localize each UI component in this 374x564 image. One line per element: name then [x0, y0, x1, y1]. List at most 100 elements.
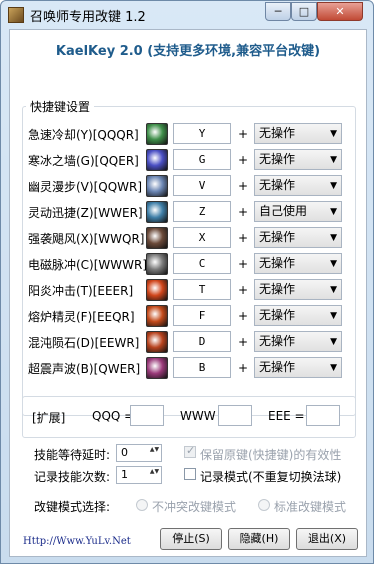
window-title: 召唤师专用改键 1.2: [30, 10, 146, 25]
hotkey-group-title: 快捷键设置: [26, 98, 95, 115]
skill-label: 急速冷却(Y)[QQQR]: [28, 128, 139, 142]
title-bar: 召唤师专用改键 1.2 ─ □ ✕: [1, 1, 373, 29]
action-select-value: 无操作: [259, 178, 296, 192]
skill-row: 强袭飓风(X)[WWQR] X + 无操作 ▼: [10, 227, 366, 251]
plus-sign: +: [238, 361, 249, 375]
action-select[interactable]: 无操作 ▼: [254, 175, 342, 196]
qqq-label: QQQ =: [92, 409, 135, 423]
action-select-value: 无操作: [259, 360, 296, 374]
skill-icon: [146, 357, 168, 379]
spin-arrows-icon[interactable]: ▲▼: [149, 468, 160, 482]
action-select[interactable]: 无操作 ▼: [254, 149, 342, 170]
app-icon: [8, 7, 24, 23]
action-select-value: 无操作: [259, 230, 296, 244]
action-select[interactable]: 无操作 ▼: [254, 123, 342, 144]
action-select-value: 无操作: [259, 308, 296, 322]
eee-input[interactable]: [306, 405, 340, 426]
action-select-value: 无操作: [259, 126, 296, 140]
skill-icon: [146, 123, 168, 145]
plus-sign: +: [238, 153, 249, 167]
hotkey-input[interactable]: Z: [173, 201, 231, 222]
hotkey-input[interactable]: F: [173, 305, 231, 326]
hotkey-input[interactable]: C: [173, 253, 231, 274]
stop-button[interactable]: 停止(S): [160, 528, 222, 550]
skill-label: 超震声波(B)[QWER]: [28, 362, 141, 376]
dropdown-arrow-icon: ▼: [330, 155, 337, 165]
spin-arrows-icon[interactable]: ▲▼: [149, 446, 160, 460]
keep-original-label: 保留原键(快捷键)的有效性: [200, 448, 342, 462]
skill-label: 寒冰之墙(G)[QQER]: [28, 154, 139, 168]
skill-icon: [146, 253, 168, 275]
www-input[interactable]: [218, 405, 252, 426]
skill-row: 电磁脉冲(C)[WWWR] C + 无操作 ▼: [10, 253, 366, 277]
action-select[interactable]: 无操作 ▼: [254, 305, 342, 326]
website-link[interactable]: Http://Www.YuLv.Net: [23, 536, 131, 547]
hotkey-input[interactable]: Y: [173, 123, 231, 144]
record-mode-checkbox[interactable]: [184, 468, 196, 480]
hotkey-input[interactable]: V: [173, 175, 231, 196]
minimize-button[interactable]: ─: [265, 2, 291, 21]
dropdown-arrow-icon: ▼: [330, 181, 337, 191]
hotkey-input[interactable]: T: [173, 279, 231, 300]
keep-original-checkbox[interactable]: [184, 444, 196, 458]
delay-spinner[interactable]: 0 ▲▼: [116, 444, 162, 462]
www-label: WWW: [180, 409, 216, 423]
plus-sign: +: [238, 127, 249, 141]
count-value: 1: [121, 468, 128, 481]
action-select[interactable]: 自己使用 ▼: [254, 201, 342, 222]
count-spinner[interactable]: 1 ▲▼: [116, 466, 162, 484]
skill-row: 阳炎冲击(T)[EEER] T + 无操作 ▼: [10, 279, 366, 303]
skill-label: 幽灵漫步(V)[QQWR]: [28, 180, 143, 194]
action-select-value: 无操作: [259, 256, 296, 270]
action-select[interactable]: 无操作 ▼: [254, 227, 342, 248]
skill-icon: [146, 149, 168, 171]
dropdown-arrow-icon: ▼: [330, 233, 337, 243]
action-select[interactable]: 无操作 ▼: [254, 357, 342, 378]
plus-sign: +: [238, 179, 249, 193]
skill-label: 熔炉精灵(F)[EEQR]: [28, 310, 135, 324]
skill-row: 寒冰之墙(G)[QQER] G + 无操作 ▼: [10, 149, 366, 173]
action-select[interactable]: 无操作 ▼: [254, 331, 342, 352]
skill-label: 灵动迅捷(Z)[WWER]: [28, 206, 143, 220]
action-select-value: 自己使用: [259, 204, 308, 218]
action-select[interactable]: 无操作 ▼: [254, 279, 342, 300]
hotkey-input[interactable]: D: [173, 331, 231, 352]
skill-row: 超震声波(B)[QWER] B + 无操作 ▼: [10, 357, 366, 381]
maximize-button[interactable]: □: [291, 2, 317, 21]
hotkey-input[interactable]: G: [173, 149, 231, 170]
skill-row: 幽灵漫步(V)[QQWR] V + 无操作 ▼: [10, 175, 366, 199]
dropdown-arrow-icon: ▼: [330, 207, 337, 217]
qqq-input[interactable]: [130, 405, 164, 426]
action-select-value: 无操作: [259, 334, 296, 348]
app-header: KaelKey 2.0 (支持更多环境,兼容平台改键): [55, 44, 321, 59]
skill-icon: [146, 227, 168, 249]
plus-sign: +: [238, 231, 249, 245]
count-label: 记录技能次数:: [34, 470, 111, 484]
mode-a-radio[interactable]: [136, 499, 148, 511]
dropdown-arrow-icon: ▼: [330, 285, 337, 295]
skill-icon: [146, 305, 168, 327]
client-area: KaelKey 2.0 (支持更多环境,兼容平台改键) 快捷键设置 急速冷却(Y…: [9, 29, 367, 557]
action-select-value: 无操作: [259, 152, 296, 166]
mode-label: 改键模式选择:: [34, 500, 111, 514]
skill-icon: [146, 331, 168, 353]
close-button[interactable]: ✕: [317, 2, 363, 21]
exit-button[interactable]: 退出(X): [296, 528, 358, 550]
hotkey-input[interactable]: X: [173, 227, 231, 248]
plus-sign: +: [238, 309, 249, 323]
skill-label: 阳炎冲击(T)[EEER]: [28, 284, 134, 298]
mode-b-radio[interactable]: [258, 499, 270, 511]
extended-label: [扩展]: [32, 411, 66, 425]
plus-sign: +: [238, 283, 249, 297]
hotkey-input[interactable]: B: [173, 357, 231, 378]
dropdown-arrow-icon: ▼: [330, 259, 337, 269]
action-select[interactable]: 无操作 ▼: [254, 253, 342, 274]
skill-row: 熔炉精灵(F)[EEQR] F + 无操作 ▼: [10, 305, 366, 329]
eee-label: EEE =: [268, 409, 305, 423]
hide-button[interactable]: 隐藏(H): [228, 528, 290, 550]
skill-icon: [146, 279, 168, 301]
plus-sign: +: [238, 257, 249, 271]
skill-row: 混沌陨石(D)[EEWR] D + 无操作 ▼: [10, 331, 366, 355]
skill-row: 灵动迅捷(Z)[WWER] Z + 自己使用 ▼: [10, 201, 366, 225]
delay-value: 0: [121, 446, 128, 459]
